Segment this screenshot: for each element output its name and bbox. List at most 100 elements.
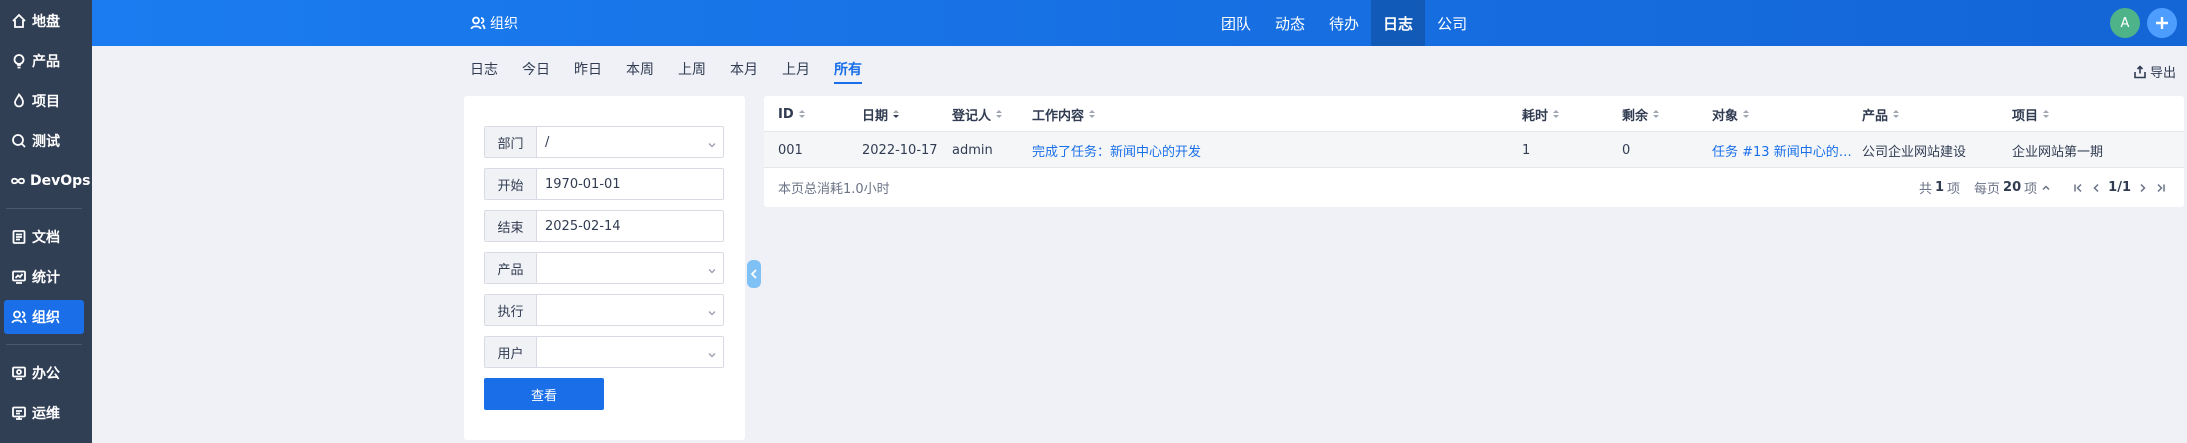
cell-object-link[interactable]: 任务 #13 新闻中心的…: [1712, 132, 1852, 168]
field-value: 2025-02-14: [545, 218, 621, 234]
end-date-input[interactable]: 结束 2025-02-14: [484, 210, 724, 242]
page-summary: 本页总消耗1.0小时: [778, 182, 890, 197]
effort-table: ID 日期 登记人 工作内容 耗时 剩余 对象 产品 项目 001 2022-1…: [764, 96, 2184, 207]
table-header: ID 日期 登记人 工作内容 耗时 剩余 对象 产品 项目: [764, 96, 2184, 132]
filter-panel: 部门 / 开始 1970-01-01 结束 2025-02-14 产品 执行 用…: [464, 96, 745, 440]
prev-page-icon[interactable]: [2091, 183, 2101, 193]
cell-work-link[interactable]: 完成了任务：新闻中心的开发: [1032, 132, 1201, 168]
col-object[interactable]: 对象: [1712, 96, 1750, 132]
col-consumed[interactable]: 耗时: [1522, 96, 1560, 132]
export-button[interactable]: 导出: [2133, 62, 2176, 81]
sort-icon: [798, 109, 806, 119]
chevron-down-icon: [708, 264, 716, 274]
cell-project: 企业网站第一期: [2012, 144, 2104, 160]
document-icon: [10, 228, 28, 246]
sidebar-item-dashboard[interactable]: 地盘: [4, 4, 84, 38]
tab-all[interactable]: 所有: [834, 58, 862, 84]
field-label: 执行: [485, 295, 537, 325]
sort-icon: [1552, 109, 1560, 119]
sidebar-item-project[interactable]: 项目: [4, 84, 84, 118]
date-tabs: 日志 今日 昨日 本周 上周 本月 上月 所有: [470, 58, 886, 84]
infinity-icon: [10, 172, 26, 190]
cell-product: 公司企业网站建设: [1862, 144, 1967, 160]
search-icon: [10, 132, 28, 150]
sort-desc-icon: [892, 109, 900, 119]
avatar[interactable]: A: [2110, 8, 2140, 38]
sidebar: 地盘 产品 项目 测试 DevOps 文档 统计 组织 办公 运维: [0, 0, 92, 443]
sidebar-item-label: 统计: [32, 270, 60, 286]
col-account[interactable]: 登记人: [952, 96, 1003, 132]
cell-id: 001: [778, 142, 803, 158]
col-work[interactable]: 工作内容: [1032, 96, 1096, 132]
top-nav-company[interactable]: 公司: [1425, 0, 1479, 46]
col-left[interactable]: 剩余: [1622, 96, 1660, 132]
sidebar-item-label: 产品: [32, 54, 60, 70]
sidebar-item-label: 地盘: [32, 14, 60, 30]
field-label: 开始: [485, 169, 537, 199]
user-select[interactable]: 用户: [484, 336, 724, 368]
pager-per-page: 20: [2003, 180, 2022, 195]
last-page-icon[interactable]: [2156, 183, 2166, 193]
col-project[interactable]: 项目: [2012, 96, 2050, 132]
col-id[interactable]: ID: [778, 96, 806, 132]
tab-today[interactable]: 今日: [522, 58, 550, 84]
plus-icon: [2156, 17, 2168, 29]
sidebar-item-label: 办公: [32, 366, 60, 382]
per-page-select[interactable]: 每页 20 项: [1974, 178, 2055, 197]
chevron-down-icon: [708, 348, 716, 358]
sidebar-item-stats[interactable]: 统计: [4, 260, 84, 294]
sidebar-item-label: 运维: [32, 406, 60, 422]
table-footer: 本页总消耗1.0小时 共 1 项 每页 20 项 1/1: [764, 168, 2184, 207]
sidebar-item-product[interactable]: 产品: [4, 44, 84, 78]
cell-left: 0: [1622, 142, 1631, 158]
field-label: 部门: [485, 127, 537, 157]
begin-date-input[interactable]: 开始 1970-01-01: [484, 168, 724, 200]
col-date[interactable]: 日期: [862, 96, 900, 132]
sidebar-item-test[interactable]: 测试: [4, 124, 84, 158]
pager-per-prefix: 每页: [1974, 182, 2001, 197]
sidebar-item-ops[interactable]: 运维: [4, 396, 84, 430]
chevron-down-icon: [708, 138, 716, 148]
cell-consumed: 1: [1522, 142, 1531, 158]
top-nav-team[interactable]: 团队: [1209, 0, 1263, 46]
office-icon: [10, 364, 28, 382]
next-page-icon[interactable]: [2138, 183, 2148, 193]
sidebar-item-label: 测试: [32, 134, 60, 150]
create-button[interactable]: [2147, 8, 2177, 38]
field-label: 用户: [485, 337, 537, 367]
sidebar-item-org[interactable]: 组织: [4, 300, 84, 334]
view-button[interactable]: 查看: [484, 378, 604, 410]
sort-icon: [995, 109, 1003, 119]
chevron-down-icon: [708, 306, 716, 316]
top-nav-effort[interactable]: 日志: [1371, 0, 1426, 46]
sidebar-item-label: 组织: [32, 310, 60, 326]
execution-select[interactable]: 执行: [484, 294, 724, 326]
sidebar-item-label: DevOps: [30, 173, 91, 189]
tab-effort[interactable]: 日志: [470, 58, 498, 84]
sidebar-item-office[interactable]: 办公: [4, 356, 84, 390]
top-nav-dynamic[interactable]: 动态: [1263, 0, 1317, 46]
tab-last-month[interactable]: 上月: [782, 58, 810, 84]
top-nav: 团队 动态 待办 日志 公司: [1209, 0, 1479, 46]
pager-page: 1/1: [2108, 180, 2131, 195]
product-select[interactable]: 产品: [484, 252, 724, 284]
collapse-sidebar-handle[interactable]: [747, 260, 761, 288]
sidebar-item-doc[interactable]: 文档: [4, 220, 84, 254]
first-page-icon[interactable]: [2073, 183, 2083, 193]
export-label: 导出: [2150, 66, 2177, 81]
dept-select[interactable]: 部门 /: [484, 126, 724, 158]
topbar: 组织 团队 动态 待办 日志 公司: [92, 0, 2187, 46]
tab-this-month[interactable]: 本月: [730, 58, 758, 84]
col-product[interactable]: 产品: [1862, 96, 1900, 132]
tab-this-week[interactable]: 本周: [626, 58, 654, 84]
tab-yesterday[interactable]: 昨日: [574, 58, 602, 84]
top-nav-todo[interactable]: 待办: [1317, 0, 1371, 46]
sidebar-divider: [6, 344, 82, 345]
sidebar-item-devops[interactable]: DevOps: [4, 164, 91, 198]
sort-icon: [1652, 109, 1660, 119]
field-value: 1970-01-01: [545, 176, 621, 192]
tab-last-week[interactable]: 上周: [678, 58, 706, 84]
field-label: 结束: [485, 211, 537, 241]
field-label: 产品: [485, 253, 537, 283]
users-icon: [10, 308, 28, 326]
